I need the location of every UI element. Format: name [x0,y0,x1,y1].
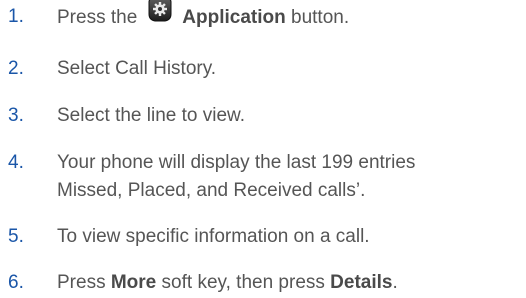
step-text-prefix: Press the [57,7,138,28]
step-text-suffix: button. [285,7,350,28]
step-text-suffix: . [392,272,398,293]
gear-icon [148,0,172,22]
step-number: 3. [8,105,24,126]
step-text: Press the Application button. [57,0,350,31]
step-bold-label: Application [182,7,286,28]
instruction-list: 1. Press the Application button. 2. Sele… [0,0,526,298]
step-text-line-2: Missed, Placed, and Received calls’. [57,180,366,201]
step-text: To view specific information on a call. [57,226,370,247]
details-label: Details [330,272,393,293]
step-text: Select the line to view. [57,105,245,126]
more-softkey-label: More [110,272,157,293]
step-number: 6. [8,272,24,293]
step-text: Select Call History. [57,58,217,79]
step-text-prefix: Press [57,272,111,293]
step-text-middle: soft key, then press [156,272,331,293]
application-button-icon [146,0,174,23]
step-text-line-1: Your phone will display the last 199 ent… [57,152,416,173]
step-number: 5. [8,226,24,247]
step-number: 1. [8,6,24,27]
step-text: Press More soft key, then press Details. [57,270,398,296]
step-number: 4. [8,152,24,173]
step-number: 2. [8,58,24,79]
